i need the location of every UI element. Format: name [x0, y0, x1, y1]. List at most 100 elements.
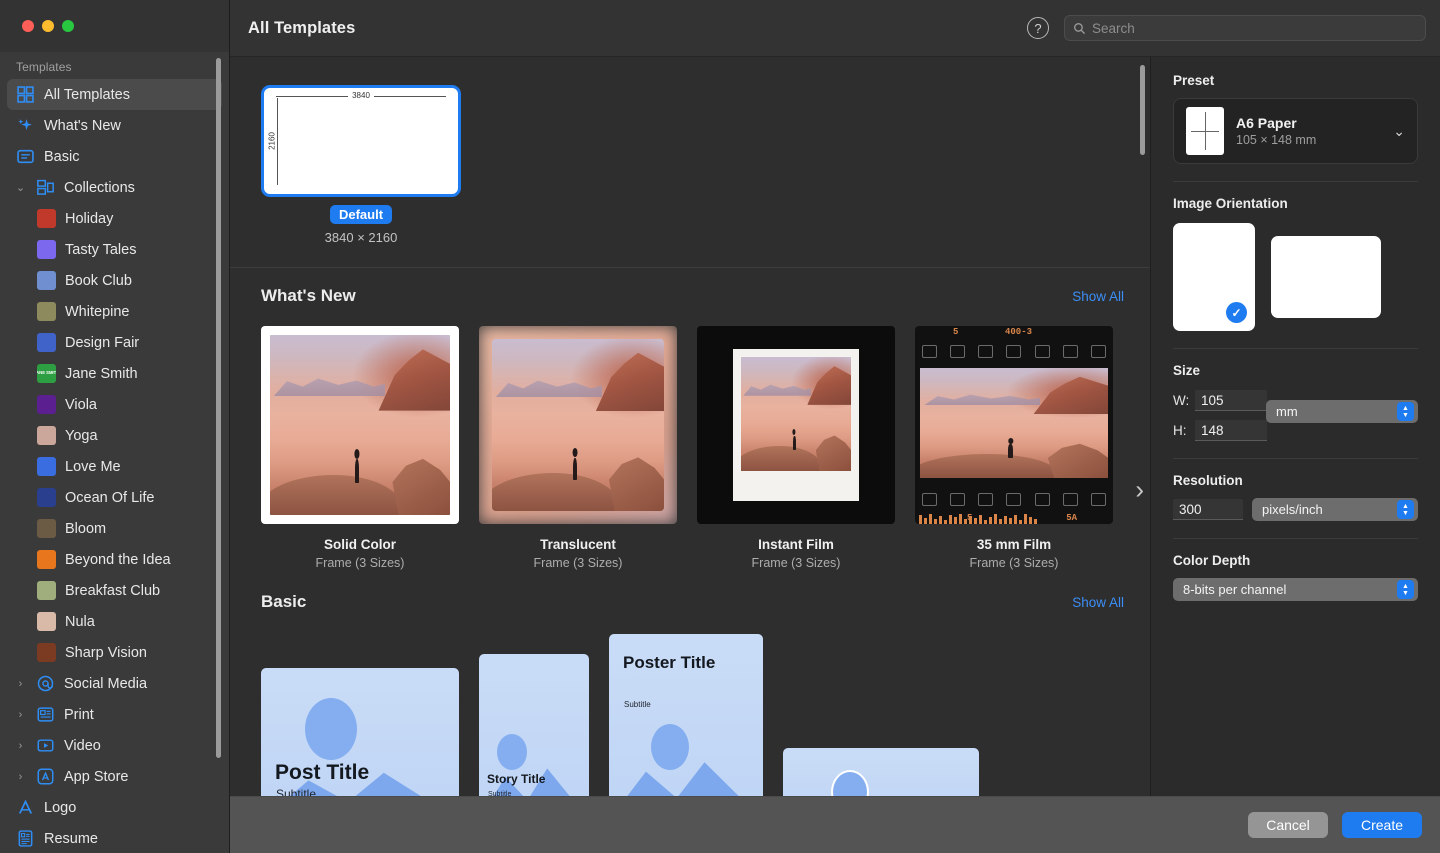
- collection-thumbnail-icon: [37, 426, 56, 445]
- divider: [1173, 458, 1418, 459]
- collection-thumbnail-icon: [37, 395, 56, 414]
- size-heading: Size: [1173, 363, 1201, 378]
- sidebar-item-label: Ocean Of Life: [65, 489, 155, 506]
- film-edge-bars: [919, 513, 1109, 524]
- resolution-unit-select[interactable]: pixels/inch ▲ ▼: [1252, 498, 1418, 521]
- sidebar-item-breakfast-club[interactable]: Breakfast Club: [0, 575, 229, 606]
- print-icon: [36, 705, 55, 724]
- sidebar-item-label: Collections: [64, 179, 135, 196]
- resolution-input[interactable]: [1173, 499, 1243, 520]
- sidebar-item-video[interactable]: › Video: [0, 730, 229, 761]
- orientation-portrait[interactable]: ✓: [1173, 223, 1255, 331]
- template-meta: Frame (3 Sizes): [969, 556, 1059, 570]
- sidebar-item-all-templates[interactable]: All Templates: [7, 79, 222, 110]
- collections-icon: [36, 178, 55, 197]
- preset-heading: Preset: [1173, 73, 1215, 88]
- sidebar-item-jane-smith[interactable]: JANE SMITH Jane Smith: [0, 358, 229, 389]
- size-unit-select[interactable]: mm ▲ ▼: [1266, 400, 1418, 423]
- sidebar: Templates All Templates What's New Basic ⌄ C…: [0, 0, 230, 853]
- orientation-heading: Image Orientation: [1173, 196, 1288, 211]
- minimize-button[interactable]: [42, 20, 54, 32]
- sidebar-item-label: App Store: [64, 768, 129, 785]
- toolbar: All Templates ?: [230, 0, 1440, 57]
- search-field[interactable]: [1064, 15, 1426, 41]
- search-icon: [1074, 22, 1086, 34]
- sidebar-item-basic[interactable]: Basic: [0, 141, 229, 172]
- create-button[interactable]: Create: [1342, 812, 1422, 838]
- search-input[interactable]: [1092, 20, 1417, 36]
- sidebar-item-logo[interactable]: Logo: [0, 792, 229, 823]
- template-card[interactable]: 5 400-3 5 5A 35 mm Film Frame (3 Sizes): [915, 326, 1113, 570]
- sidebar-item-print[interactable]: › Print: [0, 699, 229, 730]
- preset-name: A6 Paper: [1236, 115, 1297, 131]
- sidebar-item-love-me[interactable]: Love Me: [0, 451, 229, 482]
- sidebar-item-design-fair[interactable]: Design Fair: [0, 327, 229, 358]
- orientation-landscape[interactable]: [1271, 236, 1381, 318]
- template-card[interactable]: Translucent Frame (3 Sizes): [479, 326, 677, 570]
- sidebar-item-yoga[interactable]: Yoga: [0, 420, 229, 451]
- sidebar-item-tasty-tales[interactable]: Tasty Tales: [0, 234, 229, 265]
- appstore-icon: [36, 767, 55, 786]
- template-meta: Frame (3 Sizes): [533, 556, 623, 570]
- sidebar-item-label: Print: [64, 706, 94, 723]
- show-all-link[interactable]: Show All: [1072, 289, 1124, 304]
- at-icon: [36, 674, 55, 693]
- show-all-link[interactable]: Show All: [1072, 595, 1124, 610]
- resolution-controls: pixels/inch ▲▼: [1173, 498, 1418, 521]
- stepper-icon[interactable]: ▲ ▼: [1397, 500, 1414, 519]
- sidebar-scrollbar[interactable]: [216, 58, 221, 758]
- gallery-scrollbar[interactable]: [1140, 65, 1145, 155]
- height-input[interactable]: [1195, 420, 1267, 441]
- collection-thumbnail-icon: [37, 302, 56, 321]
- solid-color-thumbnail: [261, 326, 459, 524]
- chevron-down-icon[interactable]: ⌄: [14, 181, 27, 194]
- film-mark-bottom-left: 5: [967, 513, 973, 523]
- sidebar-item-app-store[interactable]: › App Store: [0, 761, 229, 792]
- template-card[interactable]: Solid Color Frame (3 Sizes): [261, 326, 459, 570]
- sidebar-item-collections[interactable]: ⌄ Collections: [0, 172, 229, 203]
- instant-film-thumbnail: [697, 326, 895, 524]
- template-name: Instant Film: [758, 537, 834, 552]
- sidebar-item-label: Breakfast Club: [65, 582, 161, 599]
- default-template-card[interactable]: 3840 2160 Default 3840 × 2160: [261, 85, 461, 245]
- width-input[interactable]: [1195, 390, 1267, 411]
- sidebar-item-holiday[interactable]: Holiday: [0, 203, 229, 234]
- stepper-icon[interactable]: ▲ ▼: [1397, 402, 1414, 421]
- sidebar-item-sharp-vision[interactable]: Sharp Vision: [0, 637, 229, 668]
- chevron-right-icon[interactable]: ›: [14, 740, 27, 752]
- sidebar-item-ocean-of-life[interactable]: Ocean Of Life: [0, 482, 229, 513]
- sidebar-item-label: Bloom: [65, 520, 107, 537]
- sidebar-item-social-media[interactable]: › Social Media: [0, 668, 229, 699]
- chevron-right-icon[interactable]: ›: [14, 709, 27, 721]
- default-height-value: 2160: [267, 129, 277, 153]
- sidebar-item-book-club[interactable]: Book Club: [0, 265, 229, 296]
- sidebar-item-whitepine[interactable]: Whitepine: [0, 296, 229, 327]
- collection-thumbnail-icon: [37, 209, 56, 228]
- sidebar-item-resume[interactable]: Resume: [0, 823, 229, 853]
- template-gallery[interactable]: 3840 2160 Default 3840 × 2160 What's New: [230, 57, 1150, 853]
- height-row: H:: [1173, 420, 1418, 441]
- sidebar-item-viola[interactable]: Viola: [0, 389, 229, 420]
- sidebar-item-bloom[interactable]: Bloom: [0, 513, 229, 544]
- sidebar-scroll-area: Templates All Templates What's New Basic ⌄ C…: [0, 52, 229, 853]
- sidebar-item-beyond-the-idea[interactable]: Beyond the Idea: [0, 544, 229, 575]
- chevron-right-icon[interactable]: ›: [1135, 475, 1144, 506]
- sidebar-item-nula[interactable]: Nula: [0, 606, 229, 637]
- section-title: What's New: [261, 286, 356, 305]
- zoom-button[interactable]: [62, 20, 74, 32]
- stepper-icon[interactable]: ▲ ▼: [1397, 580, 1414, 599]
- cancel-button[interactable]: Cancel: [1248, 812, 1328, 838]
- template-card[interactable]: Poster Title Subtitle: [609, 634, 763, 820]
- chevron-right-icon[interactable]: ›: [14, 678, 27, 690]
- chevron-down-icon[interactable]: ⌄: [1393, 123, 1405, 140]
- close-button[interactable]: [22, 20, 34, 32]
- preset-selector[interactable]: A6 Paper 105 × 148 mm ⌄: [1173, 98, 1418, 164]
- collection-thumbnail-icon: [37, 581, 56, 600]
- divider: [1173, 181, 1418, 182]
- color-depth-select[interactable]: 8-bits per channel ▲ ▼: [1173, 578, 1418, 601]
- sidebar-item-label: What's New: [44, 117, 121, 134]
- sidebar-item-what-s-new[interactable]: What's New: [0, 110, 229, 141]
- chevron-right-icon[interactable]: ›: [14, 771, 27, 783]
- help-icon[interactable]: ?: [1027, 17, 1049, 39]
- template-card[interactable]: Instant Film Frame (3 Sizes): [697, 326, 895, 570]
